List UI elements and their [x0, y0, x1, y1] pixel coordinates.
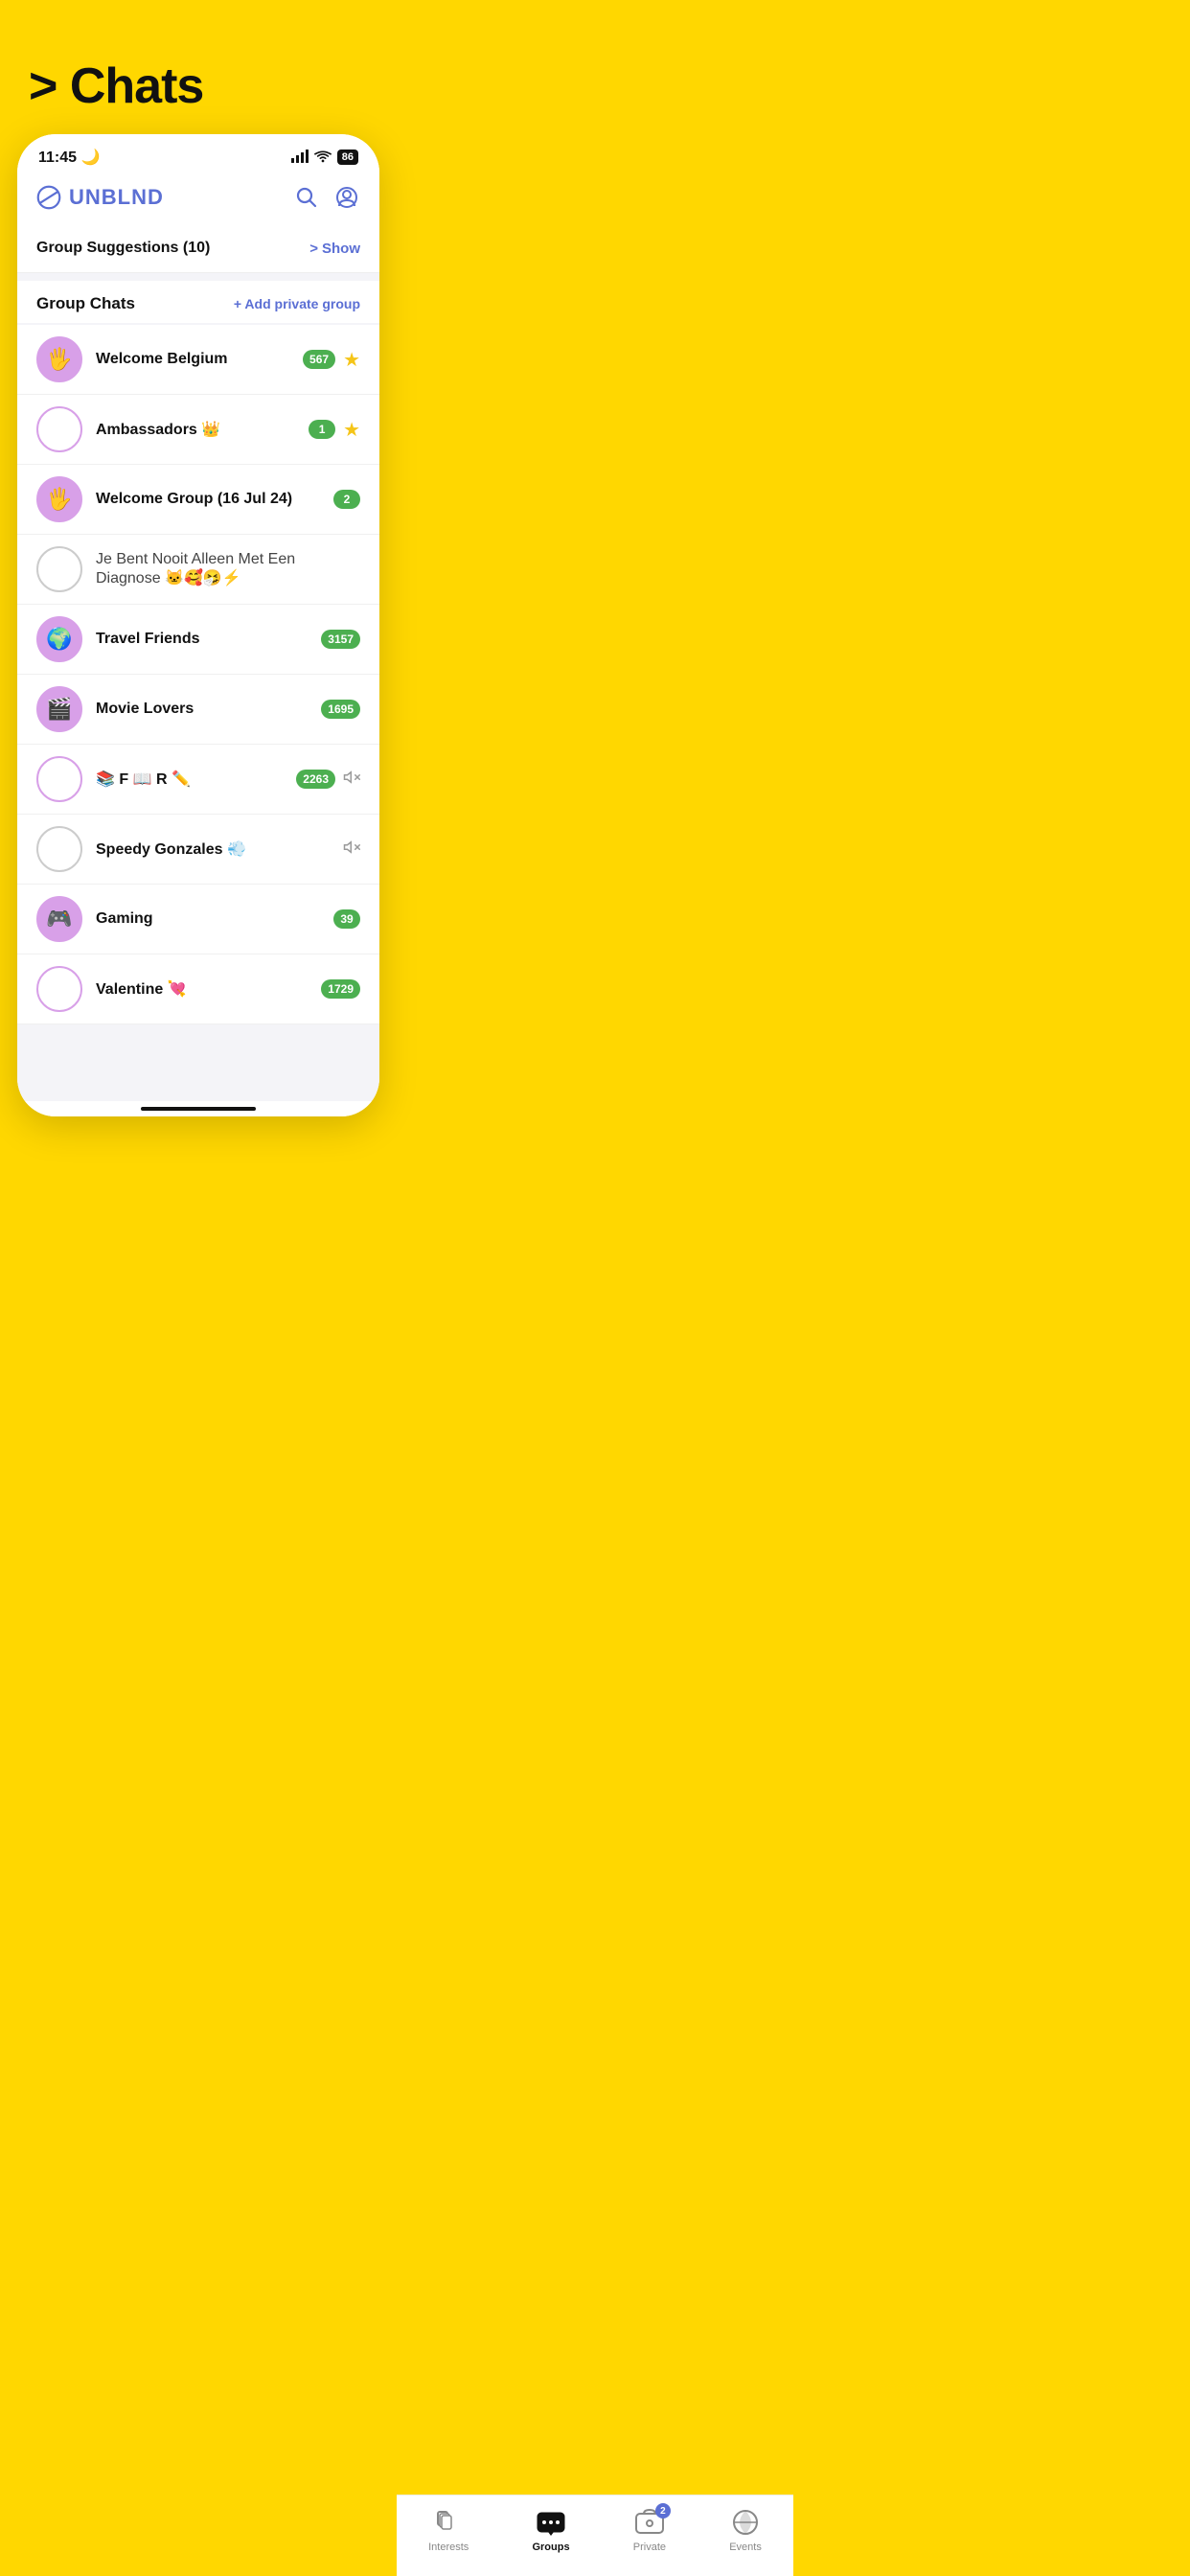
chat-list: 🖐 Welcome Belgium 567 ★ Ambassadors 👑 1 … [17, 325, 379, 1024]
logo-icon [36, 185, 61, 210]
chat-name: Je Bent Nooit Alleen Met Een Diagnose 🐱🥰… [96, 551, 360, 587]
unread-badge: 567 [303, 350, 335, 369]
home-indicator [17, 1101, 379, 1116]
chat-name: Gaming [96, 910, 320, 928]
chat-avatar [36, 756, 82, 802]
app-logo: UNBLND [36, 185, 164, 210]
unread-badge: 1 [309, 420, 335, 439]
status-time: 11:45 🌙 [38, 148, 100, 167]
chat-item[interactable]: Speedy Gonzales 💨 [17, 815, 379, 885]
chat-right: 1 ★ [309, 418, 360, 442]
unread-badge: 2263 [296, 770, 335, 789]
main-content: Group Suggestions (10) > Show Group Chat… [17, 224, 379, 1101]
status-bar: 11:45 🌙 86 [17, 134, 379, 174]
chat-name: Valentine 💘 [96, 979, 308, 999]
chat-item[interactable]: 🖐 Welcome Belgium 567 ★ [17, 325, 379, 395]
page-title-area: > Chats [0, 0, 397, 134]
chat-name: Movie Lovers [96, 701, 308, 718]
header-actions [293, 184, 360, 211]
chat-item[interactable]: Je Bent Nooit Alleen Met Een Diagnose 🐱🥰… [17, 535, 379, 605]
chat-avatar: 🖐 [36, 336, 82, 382]
chat-name: Speedy Gonzales 💨 [96, 840, 330, 859]
battery-badge: 86 [337, 150, 358, 165]
chat-name: 📚 F 📖 R ✏️ [96, 770, 283, 789]
chat-name: Ambassadors 👑 [96, 420, 295, 439]
chat-avatar: 🎮 [36, 896, 82, 942]
page-wrapper: > Chats 11:45 🌙 86 [0, 0, 397, 1136]
page-title: > Chats [29, 58, 368, 115]
logo-text: UNBLND [69, 185, 164, 210]
star-icon: ★ [343, 418, 360, 442]
status-icons: 86 [291, 150, 358, 166]
mute-icon [343, 769, 360, 791]
unread-badge: 1729 [321, 979, 360, 999]
chat-item[interactable]: Ambassadors 👑 1 ★ [17, 395, 379, 465]
chat-right: 1695 [321, 700, 360, 719]
title-prefix: > [29, 58, 70, 114]
mute-icon [343, 839, 360, 861]
chat-item[interactable]: 🌍 Travel Friends 3157 [17, 605, 379, 675]
chat-right [343, 839, 360, 861]
chat-avatar: 🎬 [36, 686, 82, 732]
unread-badge: 3157 [321, 630, 360, 649]
chat-avatar [36, 966, 82, 1012]
search-button[interactable] [293, 184, 320, 211]
chat-item[interactable]: 🖐 Welcome Group (16 Jul 24) 2 [17, 465, 379, 535]
chat-avatar [36, 826, 82, 872]
chat-right: 2 [333, 490, 360, 509]
chat-avatar [36, 406, 82, 452]
chat-name: Welcome Belgium [96, 351, 289, 368]
chat-right: 3157 [321, 630, 360, 649]
section-header: Group Chats + Add private group [17, 281, 379, 323]
unread-badge: 1695 [321, 700, 360, 719]
profile-button[interactable] [333, 184, 360, 211]
chat-name: Welcome Group (16 Jul 24) [96, 491, 320, 508]
chat-item[interactable]: 📚 F 📖 R ✏️ 2263 [17, 745, 379, 815]
chat-right: 39 [333, 909, 360, 929]
group-suggestions-label: Group Suggestions (10) [36, 240, 210, 257]
star-icon: ★ [343, 348, 360, 372]
chat-item[interactable]: Valentine 💘 1729 [17, 954, 379, 1024]
signal-icon [291, 150, 309, 166]
chat-right: 567 ★ [303, 348, 360, 372]
unread-badge: 39 [333, 909, 360, 929]
chat-avatar [36, 546, 82, 592]
phone-frame: 11:45 🌙 86 UNBLND [17, 134, 379, 1116]
home-bar [141, 1107, 256, 1111]
unread-badge: 2 [333, 490, 360, 509]
chat-avatar: 🖐 [36, 476, 82, 522]
wifi-icon [314, 150, 332, 166]
chat-item[interactable]: 🎬 Movie Lovers 1695 [17, 675, 379, 745]
chat-avatar: 🌍 [36, 616, 82, 662]
title-text: Chats [70, 58, 203, 114]
add-group-button[interactable]: + Add private group [234, 296, 360, 311]
chat-name: Travel Friends [96, 631, 308, 648]
app-header: UNBLND [17, 174, 379, 224]
group-chats-title: Group Chats [36, 294, 135, 313]
chat-right: 1729 [321, 979, 360, 999]
chat-right: 2263 [296, 769, 360, 791]
group-suggestions: Group Suggestions (10) > Show [17, 224, 379, 273]
show-link[interactable]: > Show [309, 241, 360, 257]
chat-item[interactable]: 🎮 Gaming 39 [17, 885, 379, 954]
